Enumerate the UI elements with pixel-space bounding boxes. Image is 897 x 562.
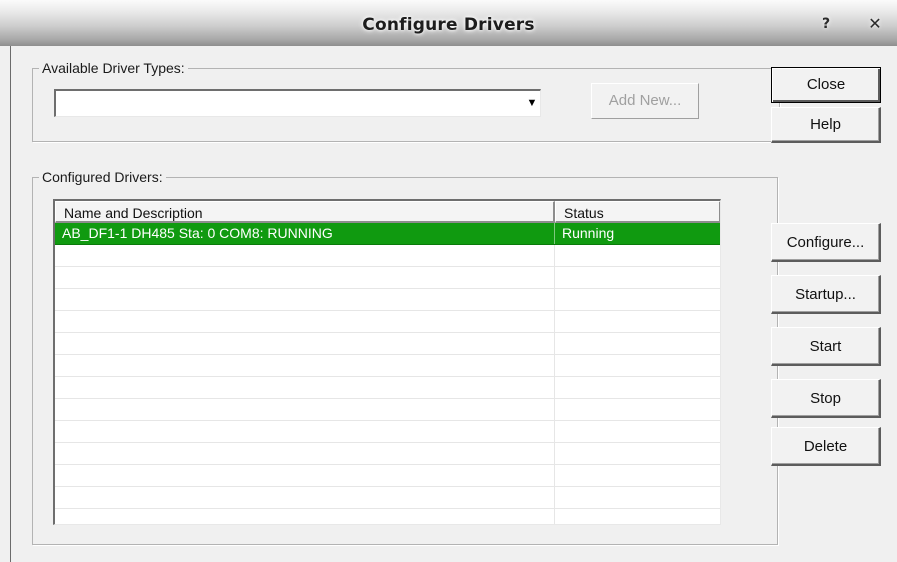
table-row[interactable] [55, 289, 720, 311]
close-button[interactable]: Close [771, 67, 881, 103]
driver-name-cell [55, 333, 555, 354]
table-row[interactable] [55, 333, 720, 355]
table-row[interactable] [55, 509, 720, 524]
column-header-status[interactable]: Status [555, 201, 720, 223]
startup-button[interactable]: Startup... [771, 275, 881, 314]
list-header: Name and Description Status [55, 201, 720, 223]
driver-name-cell [55, 245, 555, 266]
help-icon[interactable]: ? [812, 14, 840, 34]
driver-status-cell [555, 355, 720, 376]
delete-button[interactable]: Delete [771, 427, 881, 466]
table-row[interactable] [55, 311, 720, 333]
stop-button[interactable]: Stop [771, 379, 881, 418]
driver-status-cell [555, 377, 720, 398]
list-rows: AB_DF1-1 DH485 Sta: 0 COM8: RUNNING Runni… [55, 223, 720, 524]
add-new-button[interactable]: Add New... [591, 83, 699, 119]
title-bar[interactable]: Configure Drivers ? ✕ [0, 0, 897, 46]
start-button[interactable]: Start [771, 327, 881, 366]
configure-drivers-dialog: Configure Drivers ? ✕ Available Driver T… [0, 0, 897, 562]
dialog-title: Configure Drivers [362, 15, 535, 35]
driver-status-cell [555, 267, 720, 288]
table-row[interactable] [55, 377, 720, 399]
table-row[interactable] [55, 267, 720, 289]
driver-name-cell [55, 443, 555, 464]
table-row[interactable] [55, 245, 720, 267]
close-icon[interactable]: ✕ [861, 14, 889, 34]
table-row[interactable] [55, 443, 720, 465]
driver-status-cell [555, 289, 720, 310]
driver-status-cell [555, 509, 720, 524]
driver-name-cell [55, 509, 555, 524]
configure-button[interactable]: Configure... [771, 223, 881, 262]
driver-name-cell [55, 399, 555, 420]
available-driver-types-label: Available Driver Types: [42, 60, 185, 76]
driver-name-cell [55, 421, 555, 442]
table-row[interactable] [55, 355, 720, 377]
table-row[interactable]: AB_DF1-1 DH485 Sta: 0 COM8: RUNNING Runni… [55, 223, 720, 245]
driver-status-cell [555, 443, 720, 464]
driver-status-cell [555, 311, 720, 332]
table-row[interactable] [55, 487, 720, 509]
driver-status-cell [555, 487, 720, 508]
table-row[interactable] [55, 421, 720, 443]
configured-drivers-list[interactable]: Name and Description Status AB_DF1-1 DH4… [53, 199, 721, 525]
driver-name-cell [55, 311, 555, 332]
driver-name-cell [55, 289, 555, 310]
driver-name-cell [55, 377, 555, 398]
configured-drivers-label: Configured Drivers: [42, 169, 163, 185]
driver-name-cell: AB_DF1-1 DH485 Sta: 0 COM8: RUNNING [55, 223, 555, 244]
table-row[interactable] [55, 399, 720, 421]
dialog-body: Available Driver Types: ▼ Add New... Clo… [10, 46, 897, 562]
driver-status-cell [555, 465, 720, 486]
driver-status-cell [555, 245, 720, 266]
driver-status-cell [555, 421, 720, 442]
driver-status-cell [555, 399, 720, 420]
column-header-name[interactable]: Name and Description [55, 201, 555, 223]
driver-name-cell [55, 487, 555, 508]
help-button[interactable]: Help [771, 107, 881, 143]
driver-status-cell [555, 333, 720, 354]
table-row[interactable] [55, 465, 720, 487]
driver-name-cell [55, 267, 555, 288]
driver-status-cell: Running [562, 225, 615, 241]
driver-name-cell [55, 465, 555, 486]
chevron-down-icon[interactable]: ▼ [526, 97, 538, 109]
driver-name-cell [55, 355, 555, 376]
driver-type-dropdown[interactable]: ▼ [54, 89, 541, 117]
